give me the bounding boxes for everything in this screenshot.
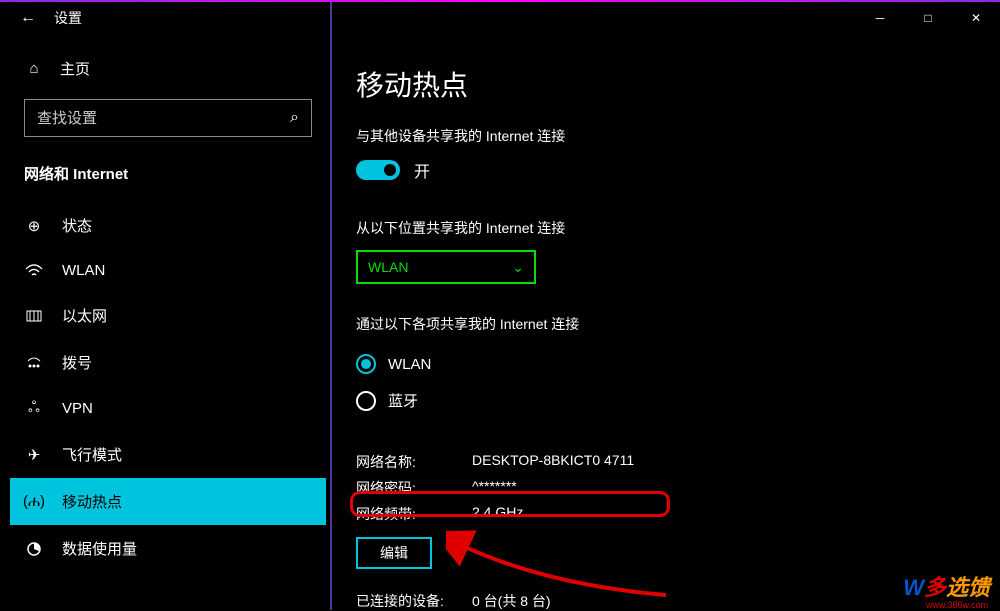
network-name-value: DESKTOP-8BKICT0 4711: [472, 452, 634, 472]
dropdown-value: WLAN: [368, 259, 408, 275]
sidebar-item-airplane[interactable]: ✈ 飞行模式: [10, 431, 326, 478]
share-label: 与其他设备共享我的 Internet 连接: [356, 126, 980, 146]
network-password-row: 网络密码: ^*******: [356, 475, 980, 501]
search-input-wrapper[interactable]: ⌕: [24, 99, 312, 137]
radio-input[interactable]: [356, 391, 376, 411]
watermark: W多选馈: [903, 570, 990, 602]
connected-devices-row: 已连接的设备: 0 台(共 8 台): [356, 591, 980, 611]
network-name-label: 网络名称:: [356, 452, 472, 472]
toggle-state-label: 开: [414, 158, 430, 182]
sidebar-item-wlan[interactable]: WLAN: [10, 249, 326, 292]
sidebar-item-label: 数据使用量: [62, 538, 137, 559]
sidebar-item-label: WLAN: [62, 262, 105, 279]
wifi-icon: [24, 264, 44, 278]
sidebar-item-label: 飞行模式: [62, 444, 122, 465]
sidebar-item-vpn[interactable]: ஃ VPN: [10, 386, 326, 431]
page-title: 移动热点: [356, 64, 980, 104]
ethernet-icon: [24, 309, 44, 323]
network-password-value: ^*******: [472, 478, 517, 498]
search-icon: ⌕: [290, 109, 299, 127]
connected-label: 已连接的设备:: [356, 591, 472, 611]
airplane-icon: ✈: [24, 446, 44, 464]
network-password-label: 网络密码:: [356, 478, 472, 498]
close-button[interactable]: ✕: [952, 2, 1000, 34]
vertical-divider: [330, 2, 332, 610]
share-toggle[interactable]: 开: [356, 158, 980, 182]
watermark-url: www.386w.com: [926, 600, 988, 610]
search-input[interactable]: [37, 110, 290, 127]
sidebar-item-label: 移动热点: [62, 491, 122, 512]
back-button[interactable]: ←: [12, 9, 44, 27]
connected-value: 0 台(共 8 台): [472, 591, 551, 611]
status-icon: ⊕: [24, 217, 44, 235]
radio-label: 蓝牙: [388, 390, 418, 411]
network-band-row: 网络频带: 2.4 GHz: [356, 501, 980, 527]
home-label: 主页: [60, 58, 90, 79]
radio-label: WLAN: [388, 356, 431, 373]
datausage-icon: [24, 541, 44, 557]
sidebar-item-label: 状态: [62, 215, 92, 236]
dialup-icon: [24, 356, 44, 370]
minimize-button[interactable]: ─: [856, 2, 904, 34]
chevron-down-icon: ⌄: [512, 259, 524, 276]
sidebar-item-label: VPN: [62, 400, 93, 417]
sidebar-item-status[interactable]: ⊕ 状态: [10, 202, 326, 249]
radio-wlan[interactable]: WLAN: [356, 346, 980, 382]
edit-button[interactable]: 编辑: [356, 537, 432, 569]
share-from-dropdown[interactable]: WLAN ⌄: [356, 250, 536, 284]
maximize-button[interactable]: □: [904, 2, 952, 34]
section-header: 网络和 Internet: [10, 155, 326, 202]
sidebar-item-label: 以太网: [62, 305, 107, 326]
radio-input[interactable]: [356, 354, 376, 374]
vpn-icon: ஃ: [24, 399, 44, 418]
sidebar-item-hotspot[interactable]: (ሐ) 移动热点: [10, 478, 326, 525]
network-band-value: 2.4 GHz: [472, 504, 523, 524]
toggle-switch[interactable]: [356, 160, 400, 180]
network-name-row: 网络名称: DESKTOP-8BKICT0 4711: [356, 449, 980, 475]
sidebar-item-label: 拨号: [62, 352, 92, 373]
home-button[interactable]: ⌂ 主页: [10, 48, 326, 89]
window-title: 设置: [54, 8, 82, 28]
sidebar-item-dialup[interactable]: 拨号: [10, 339, 326, 386]
network-band-label: 网络频带:: [356, 504, 472, 524]
radio-bluetooth[interactable]: 蓝牙: [356, 382, 980, 419]
share-from-label: 从以下位置共享我的 Internet 连接: [356, 218, 980, 238]
sidebar-item-datausage[interactable]: 数据使用量: [10, 525, 326, 572]
home-icon: ⌂: [24, 60, 44, 77]
hotspot-icon: (ሐ): [24, 493, 44, 510]
sidebar-item-ethernet[interactable]: 以太网: [10, 292, 326, 339]
share-via-label: 通过以下各项共享我的 Internet 连接: [356, 314, 980, 334]
